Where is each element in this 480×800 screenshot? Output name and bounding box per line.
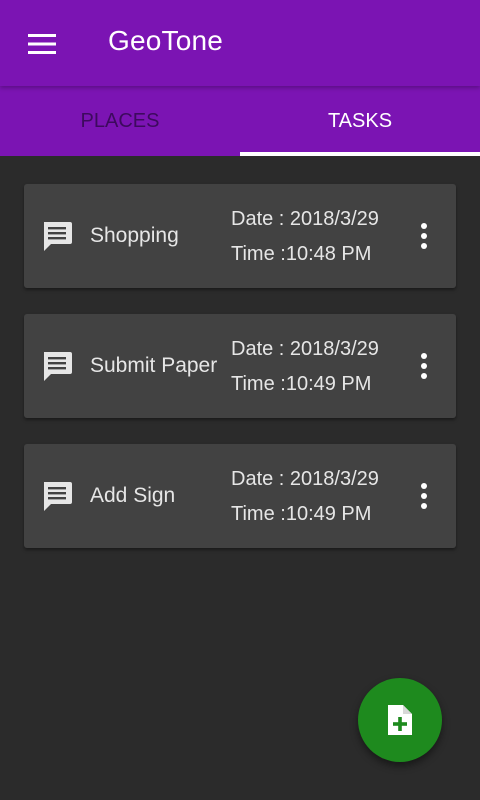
app-title: GeoTone — [108, 25, 224, 56]
task-name: Add Sign — [90, 484, 176, 507]
tab-tasks[interactable]: TASKS — [240, 86, 480, 156]
time-label: Time : — [231, 243, 286, 265]
app-bar: GeoTone — [0, 0, 480, 86]
date-label: Date : — [231, 468, 285, 490]
time-label: Time : — [231, 373, 286, 395]
add-task-fab[interactable] — [358, 678, 442, 762]
more-options-button[interactable] — [410, 478, 438, 514]
tab-places-label: PLACES — [80, 109, 160, 132]
tab-places[interactable]: PLACES — [0, 86, 240, 156]
task-time: Time :10:48 PM — [231, 243, 371, 266]
task-card[interactable]: Add Sign Date : 2018/3/29 Time :10:49 PM — [24, 444, 456, 548]
tab-bar: PLACES TASKS — [0, 86, 480, 156]
task-time: Time :10:49 PM — [231, 503, 371, 526]
menu-button[interactable] — [20, 24, 64, 64]
app-screen: GeoTone PLACES TASKS Shopping Date : 201… — [0, 0, 480, 800]
more-options-button[interactable] — [410, 218, 438, 254]
menu-icon — [28, 34, 56, 54]
tab-tasks-label: TASKS — [327, 109, 393, 132]
more-options-button[interactable] — [410, 348, 438, 384]
time-value: 10:48 PM — [285, 243, 372, 265]
date-value: 2018/3/29 — [289, 208, 379, 230]
task-date: Date : 2018/3/29 — [231, 468, 379, 491]
task-name: Shopping — [90, 224, 179, 247]
more-vert-icon — [421, 483, 427, 509]
time-value: 10:49 PM — [285, 373, 372, 395]
chat-icon — [44, 352, 72, 381]
time-value: 10:49 PM — [285, 503, 372, 525]
time-label: Time : — [231, 503, 286, 525]
chat-icon — [44, 222, 72, 251]
task-card[interactable]: Submit Paper Date : 2018/3/29 Time :10:4… — [24, 314, 456, 418]
add-file-icon — [388, 705, 412, 735]
task-date: Date : 2018/3/29 — [231, 338, 379, 361]
date-value: 2018/3/29 — [289, 468, 379, 490]
date-label: Date : — [231, 338, 285, 360]
task-name: Submit Paper — [90, 354, 218, 377]
more-vert-icon — [421, 223, 427, 249]
more-vert-icon — [421, 353, 427, 379]
task-date: Date : 2018/3/29 — [231, 208, 379, 231]
task-card[interactable]: Shopping Date : 2018/3/29 Time :10:48 PM — [24, 184, 456, 288]
date-value: 2018/3/29 — [289, 338, 379, 360]
date-label: Date : — [231, 208, 285, 230]
task-list: Shopping Date : 2018/3/29 Time :10:48 PM — [24, 184, 456, 574]
task-time: Time :10:49 PM — [231, 373, 371, 396]
chat-icon — [44, 482, 72, 511]
